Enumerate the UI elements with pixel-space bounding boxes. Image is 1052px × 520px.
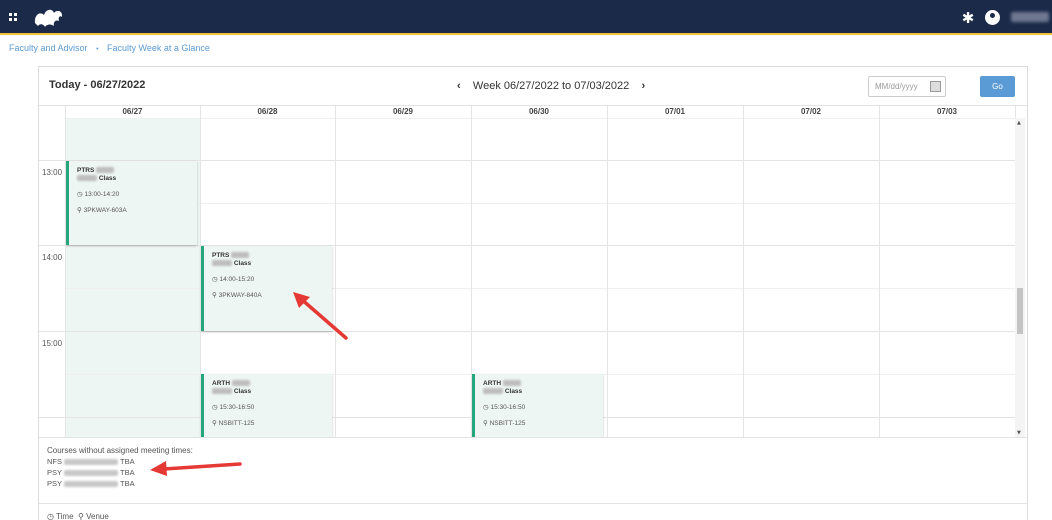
week-at-a-glance-panel: Today - 06/27/2022 ‹ Week 06/27/2022 to … — [38, 66, 1028, 520]
day-header-0702: 07/02 — [800, 107, 822, 116]
scroll-up-arrow-icon[interactable]: ▲ — [1017, 120, 1021, 126]
course-meeting: TBA — [120, 457, 135, 466]
grid-line — [39, 331, 1015, 332]
user-name-redacted[interactable] — [1011, 12, 1049, 22]
week-grid: 06/27 06/28 06/29 06/30 07/01 07/02 07/0… — [39, 105, 1027, 437]
day-header-0627: 06/27 — [122, 107, 143, 116]
time-label-1500: 15:00 — [42, 339, 63, 348]
event-time: 14:00-15:20 — [219, 276, 255, 283]
calendar-event[interactable]: ARTH Class ◷ 15:30-16:50 ⚲ NSBITT-125 — [201, 374, 332, 437]
column-divider — [335, 106, 336, 437]
event-time: 15:30-16:50 — [490, 404, 526, 411]
grid-line — [65, 118, 1015, 119]
unassigned-course-item: PSY TBA — [47, 479, 1019, 488]
day-header-0628: 06/28 — [257, 107, 278, 116]
calendar-icon[interactable] — [930, 81, 941, 92]
course-subject: PSY — [47, 468, 63, 477]
event-type: Class — [233, 260, 252, 267]
event-time: 13:00-14:20 — [84, 191, 120, 198]
event-venue: 3PKWAY-840A — [218, 292, 262, 299]
column-divider — [743, 106, 744, 437]
legend-time: Time — [56, 512, 74, 520]
annotation-arrow-icon — [293, 292, 348, 340]
top-navigation-bar: ✱ — [0, 0, 1052, 35]
legend: ◷ Time ⚲ Venue — [39, 503, 1027, 520]
column-divider — [200, 106, 201, 437]
legend-venue: Venue — [86, 512, 109, 520]
course-subject: PSY — [47, 479, 63, 488]
app-grid-icon[interactable] — [9, 13, 19, 23]
settings-gear-icon[interactable]: ✱ — [959, 9, 977, 27]
day-header-0701: 07/01 — [664, 107, 686, 116]
today-label: Today - 06/27/2022 — [49, 79, 146, 91]
calendar-event[interactable]: ARTH Class ◷ 15:30-16:50 ⚲ NSBITT-125 — [472, 374, 603, 437]
time-grid-body: 13:00 14:00 15:00 PTRS Class ◷ 13:00-14:… — [39, 118, 1015, 437]
next-week-arrow-icon[interactable]: › — [642, 80, 646, 92]
week-navigation: ‹ Week 06/27/2022 to 07/03/2022 › — [457, 80, 645, 92]
breadcrumb: Faculty and Advisor • Faculty Week at a … — [9, 43, 210, 53]
previous-week-arrow-icon[interactable]: ‹ — [457, 80, 461, 92]
clock-icon: ◷ — [212, 404, 218, 411]
grid-line — [65, 203, 1015, 204]
date-input-field[interactable]: MM/dd/yyyy — [868, 76, 946, 97]
unassigned-courses-title: Courses without assigned meeting times: — [47, 446, 193, 455]
course-meeting: TBA — [120, 479, 135, 488]
event-subject: PTRS — [77, 167, 95, 174]
grid-line — [39, 245, 1015, 246]
clock-icon: ◷ — [77, 191, 83, 198]
time-label-1300: 13:00 — [42, 168, 63, 177]
event-venue: 3PKWAY-603A — [83, 207, 127, 214]
location-pin-icon: ⚲ — [212, 420, 217, 427]
course-meeting: TBA — [120, 468, 135, 477]
column-divider — [471, 106, 472, 437]
scroll-down-arrow-icon[interactable]: ▼ — [1017, 430, 1021, 436]
breadcrumb-faculty-advisor-link[interactable]: Faculty and Advisor — [9, 43, 88, 53]
event-type: Class — [504, 388, 523, 395]
event-type: Class — [98, 175, 117, 182]
day-header-0630: 06/30 — [528, 107, 550, 116]
location-pin-icon: ⚲ — [78, 512, 84, 520]
clock-icon: ◷ — [47, 512, 54, 520]
event-venue: NSBITT-125 — [218, 420, 255, 427]
university-logo[interactable] — [32, 5, 66, 29]
breadcrumb-week-glance-link[interactable]: Faculty Week at a Glance — [107, 43, 210, 53]
event-subject: PTRS — [212, 252, 230, 259]
day-header-0703: 07/03 — [936, 107, 958, 116]
location-pin-icon: ⚲ — [483, 420, 488, 427]
event-subject: ARTH — [212, 380, 231, 387]
breadcrumb-separator: • — [96, 46, 99, 53]
clock-icon: ◷ — [212, 276, 218, 283]
date-input-placeholder: MM/dd/yyyy — [875, 82, 918, 91]
week-range-label: Week 06/27/2022 to 07/03/2022 — [472, 80, 630, 92]
grid-scrollbar[interactable]: ▲ ▼ — [1015, 118, 1025, 437]
event-venue: NSBITT-125 — [489, 420, 526, 427]
event-subject: ARTH — [483, 380, 502, 387]
go-button[interactable]: Go — [980, 76, 1015, 97]
location-pin-icon: ⚲ — [77, 207, 82, 214]
event-time: 15:30-16:50 — [219, 404, 255, 411]
scrollbar-thumb[interactable] — [1017, 288, 1023, 334]
day-header-0629: 06/29 — [392, 107, 414, 116]
annotation-arrow-icon — [150, 461, 242, 476]
clock-icon: ◷ — [483, 404, 489, 411]
course-subject: NFS — [47, 457, 62, 466]
event-type: Class — [233, 388, 252, 395]
column-divider — [65, 106, 66, 437]
time-label-1400: 14:00 — [42, 253, 63, 262]
calendar-event[interactable]: PTRS Class ◷ 13:00-14:20 ⚲ 3PKWAY-603A — [66, 161, 197, 245]
location-pin-icon: ⚲ — [212, 292, 217, 299]
column-divider — [607, 106, 608, 437]
column-divider — [879, 106, 880, 437]
user-profile-icon[interactable] — [985, 10, 1000, 25]
